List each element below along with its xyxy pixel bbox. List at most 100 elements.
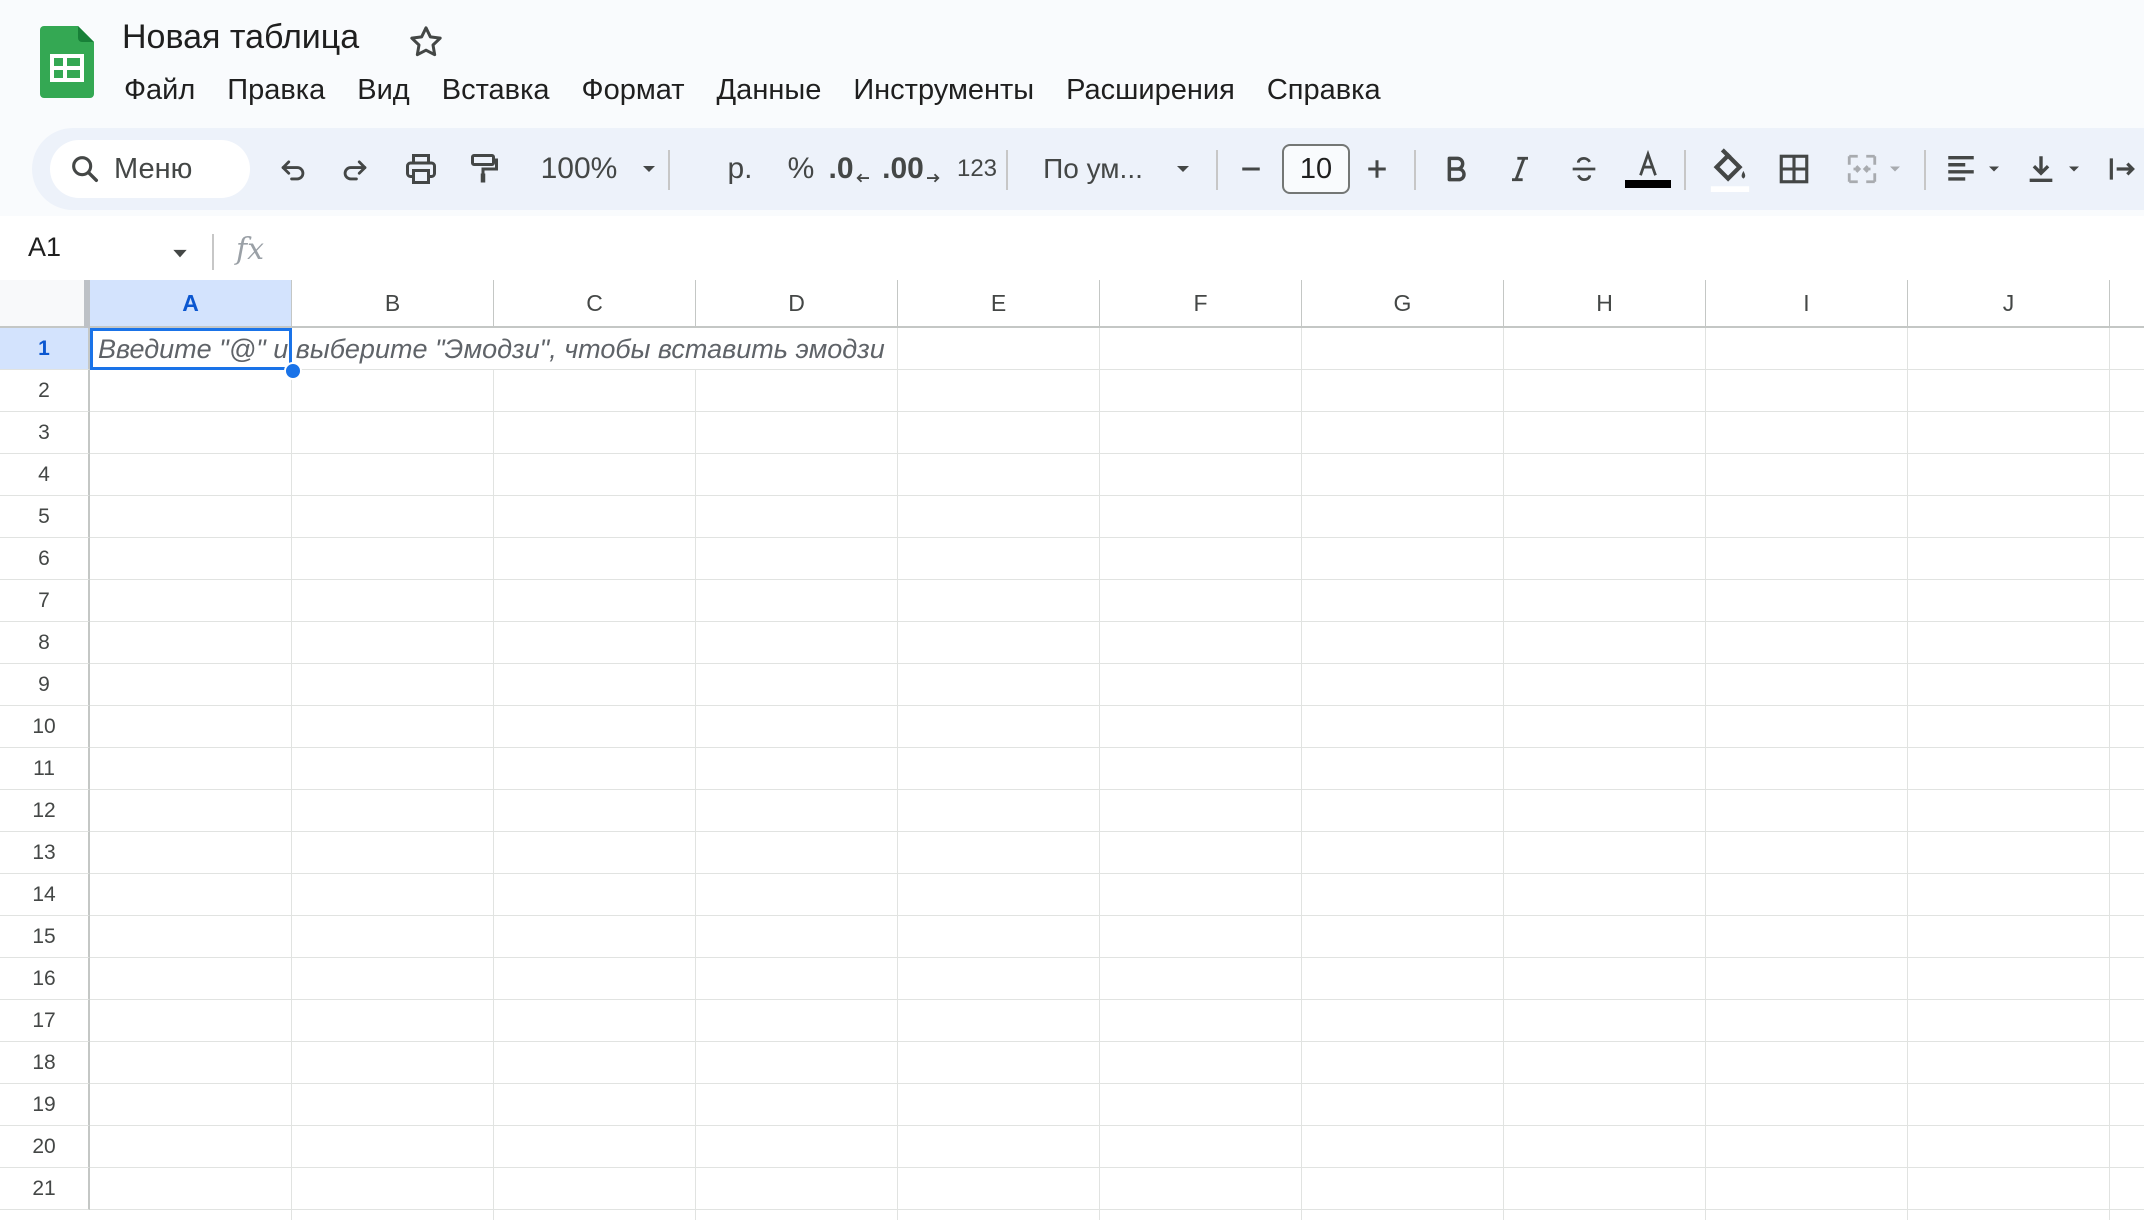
- undo-button[interactable]: [270, 128, 316, 210]
- column-header-k[interactable]: [2110, 280, 2144, 328]
- horizontal-align-button[interactable]: [1936, 128, 2012, 210]
- row-header-18[interactable]: 18: [0, 1042, 90, 1084]
- selected-cell-a1[interactable]: [90, 328, 292, 370]
- column-header-h[interactable]: H: [1504, 280, 1706, 328]
- font-family-value: По ум...: [1043, 153, 1143, 184]
- column-header-e[interactable]: E: [898, 280, 1100, 328]
- menu-tools[interactable]: Инструменты: [837, 70, 1050, 114]
- column-gridline: [695, 370, 696, 1220]
- redo-button[interactable]: [332, 128, 378, 210]
- row-header-8[interactable]: 8: [0, 622, 90, 664]
- increase-font-size-button[interactable]: [1354, 128, 1400, 210]
- sheets-logo-icon[interactable]: [40, 26, 94, 98]
- menu-search-button[interactable]: Меню: [50, 140, 250, 198]
- menu-data[interactable]: Данные: [701, 70, 838, 114]
- row-header-10[interactable]: 10: [0, 706, 90, 748]
- row-header-6[interactable]: 6: [0, 538, 90, 580]
- row-header-11[interactable]: 11: [0, 748, 90, 790]
- column-header-c[interactable]: C: [494, 280, 696, 328]
- menu-bar: Файл Правка Вид Вставка Формат Данные Ин…: [108, 70, 1397, 114]
- row-header-1[interactable]: 1: [0, 328, 90, 370]
- star-icon[interactable]: [406, 22, 446, 62]
- fill-handle[interactable]: [284, 362, 302, 380]
- currency-label: р.: [727, 152, 753, 185]
- column-gridline: [1503, 328, 1504, 1220]
- column-header-g[interactable]: G: [1302, 280, 1504, 328]
- text-wrap-button[interactable]: [2100, 128, 2144, 210]
- row-header-14[interactable]: 14: [0, 874, 90, 916]
- chevron-down-icon[interactable]: [170, 244, 190, 264]
- chevron-down-icon: [1176, 166, 1189, 172]
- zoom-select[interactable]: 100%: [520, 128, 682, 210]
- text-color-button[interactable]: [1620, 128, 1676, 210]
- menu-file[interactable]: Файл: [108, 70, 211, 114]
- toolbar-separator: [1006, 150, 1008, 190]
- row-header-16[interactable]: 16: [0, 958, 90, 1000]
- print-button[interactable]: [396, 128, 446, 210]
- chevron-down-icon: [643, 166, 656, 172]
- select-all-corner[interactable]: [0, 280, 90, 328]
- toolbar-separator: [1216, 150, 1218, 190]
- row-gridline: [90, 831, 2144, 832]
- decrease-font-size-button[interactable]: [1228, 128, 1274, 210]
- redo-icon: [343, 160, 367, 181]
- text-color-swatch: [1625, 180, 1671, 188]
- row-header-12[interactable]: 12: [0, 790, 90, 832]
- row-header-3[interactable]: 3: [0, 412, 90, 454]
- row-header-17[interactable]: 17: [0, 1000, 90, 1042]
- row-header-21[interactable]: 21: [0, 1168, 90, 1210]
- menu-insert[interactable]: Вставка: [426, 70, 566, 114]
- column-header-a[interactable]: A: [90, 280, 292, 328]
- font-family-select[interactable]: По ум...: [1026, 128, 1212, 210]
- menu-view[interactable]: Вид: [341, 70, 425, 114]
- decrease-decimal-button[interactable]: .0: [818, 128, 882, 210]
- fill-color-button[interactable]: [1702, 128, 1758, 210]
- column-header-j[interactable]: J: [1908, 280, 2110, 328]
- chevron-down-icon: [2069, 166, 2079, 172]
- minus-icon: [1242, 167, 1260, 171]
- strikethrough-button[interactable]: [1556, 128, 1612, 210]
- row-header-4[interactable]: 4: [0, 454, 90, 496]
- column-header-b[interactable]: B: [292, 280, 494, 328]
- column-header-f[interactable]: F: [1100, 280, 1302, 328]
- row-header-13[interactable]: 13: [0, 832, 90, 874]
- row-header-20[interactable]: 20: [0, 1126, 90, 1168]
- app-header: Новая таблица Файл Правка Вид Вставка Фо…: [0, 0, 2144, 216]
- row-header-9[interactable]: 9: [0, 664, 90, 706]
- borders-button[interactable]: [1766, 128, 1822, 210]
- number-format-button[interactable]: 123: [942, 128, 1012, 210]
- menu-extensions[interactable]: Расширения: [1050, 70, 1251, 114]
- row-gridline: [90, 453, 2144, 454]
- name-box[interactable]: A1: [28, 232, 61, 263]
- column-header-i[interactable]: I: [1706, 280, 1908, 328]
- font-size-input[interactable]: 10: [1282, 144, 1350, 194]
- row-gridline: [90, 747, 2144, 748]
- column-gridline: [1705, 328, 1706, 1220]
- document-title[interactable]: Новая таблица: [122, 18, 359, 57]
- row-header-2[interactable]: 2: [0, 370, 90, 412]
- column-gridline: [2109, 328, 2110, 1220]
- toolbar-separator: [1684, 150, 1686, 190]
- menu-format[interactable]: Формат: [566, 70, 701, 114]
- bold-button[interactable]: [1428, 128, 1484, 210]
- row-header-15[interactable]: 15: [0, 916, 90, 958]
- row-header-19[interactable]: 19: [0, 1084, 90, 1126]
- row-gridline: [90, 789, 2144, 790]
- italic-button[interactable]: [1492, 128, 1548, 210]
- chevron-down-icon: [1989, 166, 1999, 172]
- borders-icon: [1779, 154, 1809, 184]
- vertical-align-button[interactable]: [2016, 128, 2092, 210]
- row-gridline: [90, 915, 2144, 916]
- menu-edit[interactable]: Правка: [211, 70, 341, 114]
- paint-format-button[interactable]: [458, 128, 508, 210]
- column-header-d[interactable]: D: [696, 280, 898, 328]
- increase-decimal-button[interactable]: .00: [880, 128, 944, 210]
- menu-help[interactable]: Справка: [1251, 70, 1397, 114]
- merge-cells-button[interactable]: [1832, 128, 1918, 210]
- row-gridline: [90, 411, 2144, 412]
- print-icon: [406, 154, 436, 184]
- row-header-7[interactable]: 7: [0, 580, 90, 622]
- spreadsheet-grid[interactable]: A B C D E F G H I J 1 2 3 4 5 6 7 8 9 10…: [0, 280, 2144, 1220]
- row-header-5[interactable]: 5: [0, 496, 90, 538]
- column-gridline: [1907, 328, 1908, 1220]
